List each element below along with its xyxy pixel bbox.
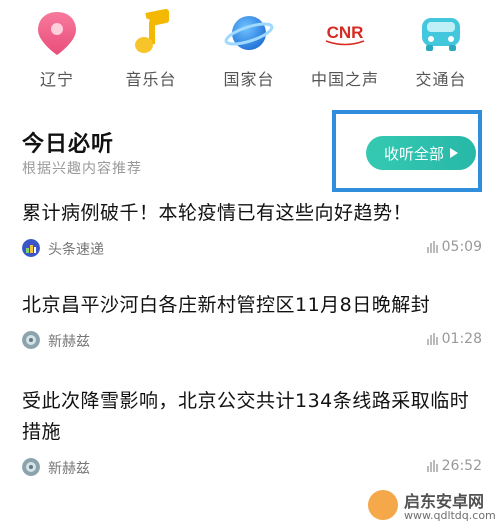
news-item[interactable]: 受此次降雪影响，北京公交共计134条线路采取临时措施 新赫兹 26:52 (22, 386, 482, 480)
source-avatar (22, 239, 40, 257)
news-source: 新赫兹 (48, 461, 90, 477)
news-headline: 受此次降雪影响，北京公交共计134条线路采取临时措施 (22, 390, 470, 443)
section-title: 今日必听 (22, 132, 115, 157)
news-source: 头条速递 (48, 242, 104, 258)
category-row: 辽宁 音乐台 国家台 CNR 中国之声 交通台 (0, 0, 500, 100)
planet-icon (224, 8, 274, 58)
category-liaoning[interactable]: 辽宁 (12, 8, 102, 90)
listen-all-label: 收听全部 (383, 144, 444, 163)
audio-bars-icon (426, 333, 438, 345)
category-label: 国家台 (223, 70, 275, 89)
audio-bars-icon (426, 241, 438, 253)
news-meta: 头条速递 05:09 (22, 239, 482, 261)
news-duration: 01:28 (426, 331, 482, 347)
cnr-logo-icon: CNR (320, 8, 370, 58)
category-label: 音乐台 (125, 70, 177, 89)
duration-text: 01:28 (441, 331, 482, 347)
news-duration: 05:09 (426, 239, 482, 255)
section-subtitle: 根据兴趣内容推荐 (22, 161, 142, 177)
category-label: 辽宁 (39, 70, 74, 89)
category-traffic[interactable]: 交通台 (396, 8, 486, 90)
news-item[interactable]: 累计病例破千！本轮疫情已有这些向好趋势！ 头条速递 05:09 (22, 198, 482, 261)
svg-text:CNR: CNR (327, 23, 364, 42)
duration-text: 26:52 (441, 458, 482, 474)
music-note-icon (126, 8, 176, 58)
source-avatar (22, 458, 40, 476)
duration-text: 05:09 (441, 239, 482, 255)
news-source: 新赫兹 (48, 334, 90, 350)
listen-all-button[interactable]: 收听全部 (366, 136, 476, 170)
news-duration: 26:52 (426, 458, 482, 474)
car-icon (416, 8, 466, 58)
news-headline: 北京昌平沙河白各庄新村管控区11月8日晚解封 (22, 294, 431, 316)
audio-bars-icon (426, 460, 438, 472)
category-national[interactable]: 国家台 (204, 8, 294, 90)
category-cnr[interactable]: CNR 中国之声 (300, 8, 390, 90)
category-label: 交通台 (415, 70, 467, 89)
source-avatar (22, 331, 40, 349)
news-meta: 新赫兹 26:52 (22, 458, 482, 480)
watermark-url: www.qdltdq.com (404, 509, 496, 522)
site-watermark: 启东安卓网 www.qdltdq.com (364, 484, 498, 528)
category-music[interactable]: 音乐台 (106, 8, 196, 90)
news-headline: 累计病例破千！本轮疫情已有这些向好趋势！ (22, 202, 413, 224)
play-icon (450, 148, 458, 158)
news-meta: 新赫兹 01:28 (22, 331, 482, 353)
news-item[interactable]: 北京昌平沙河白各庄新村管控区11月8日晚解封 新赫兹 01:28 (22, 290, 482, 353)
watermark-logo-icon (368, 490, 398, 520)
location-pin-icon (32, 8, 82, 58)
category-label: 中国之声 (310, 70, 379, 89)
